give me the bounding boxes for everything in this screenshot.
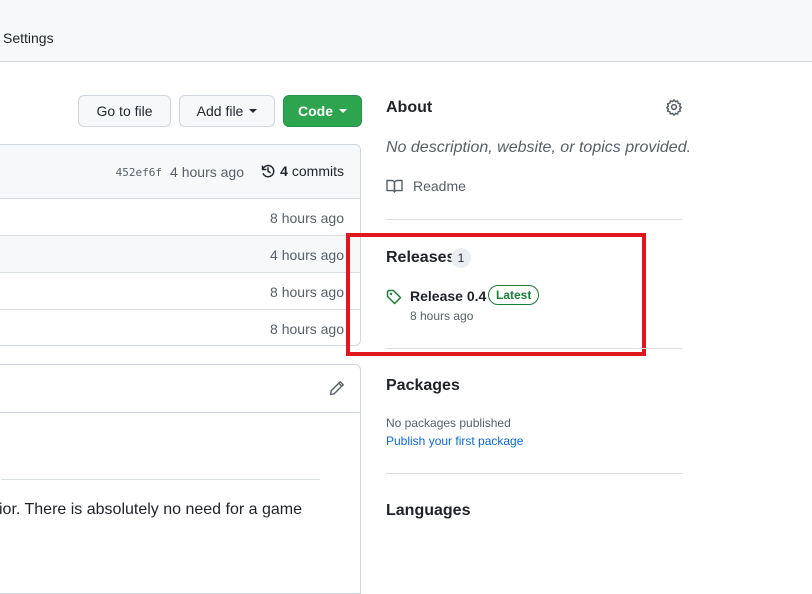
commits-label: commits <box>291 163 344 179</box>
add-file-button[interactable]: Add file <box>179 95 275 127</box>
book-icon <box>386 179 403 193</box>
readme-link[interactable]: Readme <box>386 178 466 194</box>
sidebar-divider <box>386 219 682 220</box>
table-row[interactable]: 8 hours ago <box>0 273 360 310</box>
chevron-down-icon <box>249 109 258 113</box>
table-row[interactable]: 4 hours ago <box>0 236 360 273</box>
highlight-annotation-box <box>346 233 646 356</box>
about-title: About <box>386 99 433 116</box>
packages-title[interactable]: Packages <box>386 377 460 395</box>
commit-count: 4 <box>280 163 288 179</box>
repo-nav-bar: Settings <box>0 0 812 62</box>
readme-link-label: Readme <box>413 178 466 194</box>
pencil-icon[interactable] <box>329 380 345 396</box>
readme-header <box>0 365 360 413</box>
add-file-label: Add file <box>196 103 244 119</box>
readme-panel: vior. There is absolutely no need for a … <box>0 364 361 594</box>
publish-package-link[interactable]: Publish your first package <box>386 434 523 448</box>
about-description: No description, website, or topics provi… <box>386 139 692 156</box>
code-button[interactable]: Code <box>283 95 362 127</box>
languages-title: Languages <box>386 502 471 519</box>
file-list: 452ef6f 4 hours ago 4 commits 8 hours ag… <box>0 144 361 346</box>
table-row[interactable]: 8 hours ago <box>0 199 360 236</box>
chevron-down-icon <box>339 109 347 113</box>
commit-time: 4 hours ago <box>170 164 244 180</box>
no-packages-text: No packages published <box>386 416 511 430</box>
gear-icon[interactable] <box>665 98 683 116</box>
file-commit-time: 8 hours ago <box>270 321 344 337</box>
sidebar-divider <box>386 473 682 474</box>
sidebar-divider <box>386 348 682 349</box>
file-commit-time: 8 hours ago <box>270 284 344 300</box>
go-to-file-label: Go to file <box>96 103 153 119</box>
history-icon <box>261 164 275 178</box>
file-commit-time: 4 hours ago <box>270 247 344 263</box>
tab-settings[interactable]: Settings <box>3 30 54 46</box>
commit-hash[interactable]: 452ef6f <box>116 166 162 179</box>
code-label: Code <box>298 103 333 119</box>
file-commit-time: 8 hours ago <box>270 210 344 226</box>
go-to-file-button[interactable]: Go to file <box>78 95 171 127</box>
latest-commit-bar: 452ef6f 4 hours ago 4 commits <box>0 145 360 199</box>
readme-text: vior. There is absolutely no need for a … <box>0 501 302 518</box>
readme-divider <box>1 479 320 480</box>
commits-link[interactable]: 4 commits <box>260 163 344 179</box>
table-row[interactable]: 8 hours ago <box>0 310 360 345</box>
